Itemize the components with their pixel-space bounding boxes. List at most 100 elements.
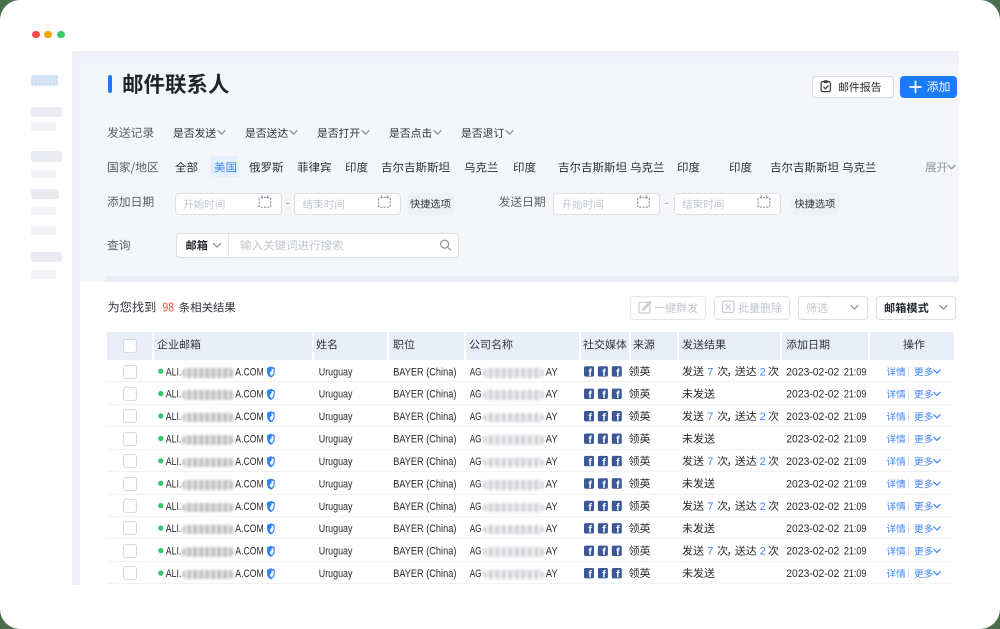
svg-text:f: f	[588, 501, 592, 513]
svg-text:f: f	[602, 524, 606, 536]
svg-text:f: f	[602, 546, 606, 558]
svg-text:21:09: 21:09	[844, 568, 867, 580]
svg-text:f: f	[602, 457, 606, 469]
svg-text:AG: AG	[470, 501, 482, 513]
svg-text:BAYER (China): BAYER (China)	[393, 501, 456, 513]
svg-text:AG: AG	[470, 546, 482, 558]
svg-text:f: f	[588, 524, 592, 536]
svg-text:BAYER (China): BAYER (China)	[393, 478, 456, 490]
svg-text:BAYER (China): BAYER (China)	[393, 546, 456, 558]
svg-text:AG: AG	[470, 366, 482, 378]
svg-text:Uruguay: Uruguay	[319, 478, 353, 490]
svg-text:f: f	[588, 434, 592, 446]
svg-text:21:09: 21:09	[844, 546, 867, 558]
svg-text:ALI.: ALI.	[166, 546, 182, 558]
svg-text:2023-02-02: 2023-02-02	[786, 366, 839, 378]
svg-text:2023-02-02: 2023-02-02	[786, 523, 839, 535]
svg-text:A.COM: A.COM	[235, 568, 263, 580]
svg-text:21:09: 21:09	[844, 389, 867, 401]
svg-text:Uruguay: Uruguay	[319, 456, 353, 468]
svg-text:21:09: 21:09	[844, 523, 867, 535]
svg-text:ALI.: ALI.	[166, 434, 182, 446]
svg-text:2: 2	[760, 366, 766, 378]
svg-text:7: 7	[707, 546, 713, 558]
svg-text:A.COM: A.COM	[235, 546, 263, 558]
svg-text:98: 98	[163, 301, 175, 315]
svg-text:f: f	[602, 479, 606, 491]
svg-text:7: 7	[707, 501, 713, 513]
svg-text:AY: AY	[546, 366, 558, 378]
svg-text:-: -	[665, 196, 669, 210]
svg-text:ALI.: ALI.	[166, 501, 182, 513]
svg-text:21:09: 21:09	[844, 411, 867, 423]
svg-text:2: 2	[760, 546, 766, 558]
svg-text:2023-02-02: 2023-02-02	[786, 501, 839, 513]
svg-text:BAYER (China): BAYER (China)	[393, 411, 456, 423]
svg-text:21:09: 21:09	[844, 456, 867, 468]
svg-text:f: f	[616, 367, 620, 379]
svg-text:AY: AY	[546, 411, 558, 423]
svg-text:f: f	[588, 389, 592, 401]
svg-text:BAYER (China): BAYER (China)	[393, 523, 456, 535]
svg-text:A.COM: A.COM	[235, 411, 263, 423]
svg-text:ALI.: ALI.	[166, 366, 182, 378]
svg-text:Uruguay: Uruguay	[319, 568, 353, 580]
svg-text:Uruguay: Uruguay	[319, 434, 353, 446]
svg-text:f: f	[588, 546, 592, 558]
svg-text:A.COM: A.COM	[235, 389, 263, 401]
svg-text:Uruguay: Uruguay	[319, 546, 353, 558]
svg-text:f: f	[588, 367, 592, 379]
svg-text:Uruguay: Uruguay	[319, 523, 353, 535]
svg-text:BAYER (China): BAYER (China)	[393, 366, 456, 378]
svg-text:ALI.: ALI.	[166, 456, 182, 468]
svg-text:f: f	[602, 501, 606, 513]
svg-text:7: 7	[707, 411, 713, 423]
svg-text:2023-02-02: 2023-02-02	[786, 389, 839, 401]
svg-text:A.COM: A.COM	[235, 456, 263, 468]
svg-text:BAYER (China): BAYER (China)	[393, 434, 456, 446]
svg-text:Uruguay: Uruguay	[319, 389, 353, 401]
svg-text:f: f	[588, 569, 592, 581]
svg-text:ALI.: ALI.	[166, 389, 182, 401]
svg-text:AY: AY	[546, 523, 558, 535]
svg-text:Uruguay: Uruguay	[319, 501, 353, 513]
svg-text:2023-02-02: 2023-02-02	[786, 411, 839, 423]
svg-text:AY: AY	[546, 501, 558, 513]
svg-text:f: f	[602, 434, 606, 446]
svg-text:AY: AY	[546, 568, 558, 580]
svg-text:2: 2	[760, 456, 766, 468]
svg-text:7: 7	[707, 456, 713, 468]
svg-text:AY: AY	[546, 478, 558, 490]
svg-text:BAYER (China): BAYER (China)	[393, 389, 456, 401]
svg-text:AG: AG	[470, 568, 482, 580]
svg-text:A.COM: A.COM	[235, 478, 263, 490]
svg-text:BAYER (China): BAYER (China)	[393, 456, 456, 468]
svg-text:2: 2	[760, 411, 766, 423]
svg-text:ALI.: ALI.	[166, 568, 182, 580]
svg-text:f: f	[616, 457, 620, 469]
svg-text:f: f	[602, 389, 606, 401]
svg-text:f: f	[602, 569, 606, 581]
svg-text:2023-02-02: 2023-02-02	[786, 568, 839, 580]
svg-text:21:09: 21:09	[844, 478, 867, 490]
svg-text:ALI.: ALI.	[166, 478, 182, 490]
svg-text:f: f	[602, 367, 606, 379]
svg-text:f: f	[616, 524, 620, 536]
svg-text:AG: AG	[470, 478, 482, 490]
svg-text:21:09: 21:09	[844, 366, 867, 378]
svg-text:AG: AG	[470, 389, 482, 401]
svg-text:f: f	[616, 434, 620, 446]
svg-text:f: f	[602, 412, 606, 424]
svg-text:f: f	[616, 546, 620, 558]
svg-text:f: f	[588, 457, 592, 469]
svg-text:AG: AG	[470, 523, 482, 535]
svg-text:AG: AG	[470, 411, 482, 423]
svg-text:2023-02-02: 2023-02-02	[786, 434, 839, 446]
svg-text:21:09: 21:09	[844, 501, 867, 513]
svg-text:f: f	[616, 412, 620, 424]
svg-text:AY: AY	[546, 546, 558, 558]
svg-text:ALI.: ALI.	[166, 411, 182, 423]
svg-text:21:09: 21:09	[844, 434, 867, 446]
svg-text:A.COM: A.COM	[235, 523, 263, 535]
svg-text:2: 2	[760, 501, 766, 513]
